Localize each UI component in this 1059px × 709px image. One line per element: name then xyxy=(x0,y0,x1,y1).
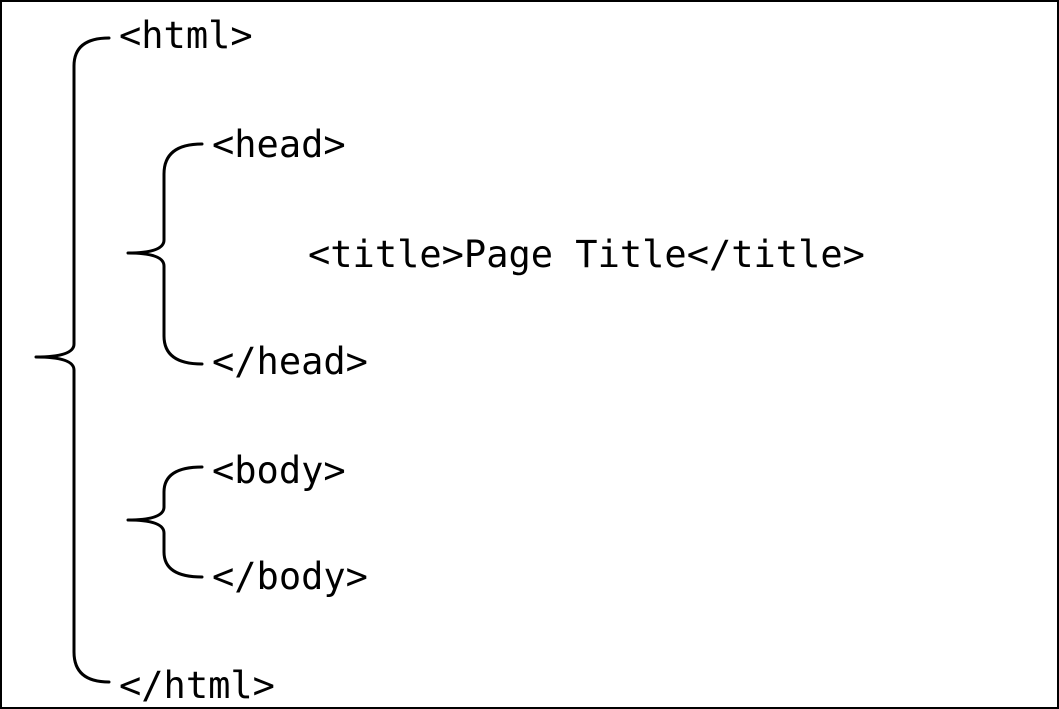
title-element: <title>Page Title</title> xyxy=(308,233,865,276)
html-close-tag: </html> xyxy=(119,664,275,707)
body-open-tag: <body> xyxy=(212,449,346,492)
body-close-tag: </body> xyxy=(212,555,368,598)
head-brace xyxy=(126,142,204,366)
bracket-layer xyxy=(34,36,204,684)
diagram-frame: <html> <head> <title>Page Title</title> … xyxy=(0,0,1059,709)
body-brace xyxy=(126,465,204,579)
head-open-tag: <head> xyxy=(212,123,346,166)
head-close-tag: </head> xyxy=(212,340,368,383)
html-brace xyxy=(34,36,111,684)
html-open-tag: <html> xyxy=(119,14,253,57)
